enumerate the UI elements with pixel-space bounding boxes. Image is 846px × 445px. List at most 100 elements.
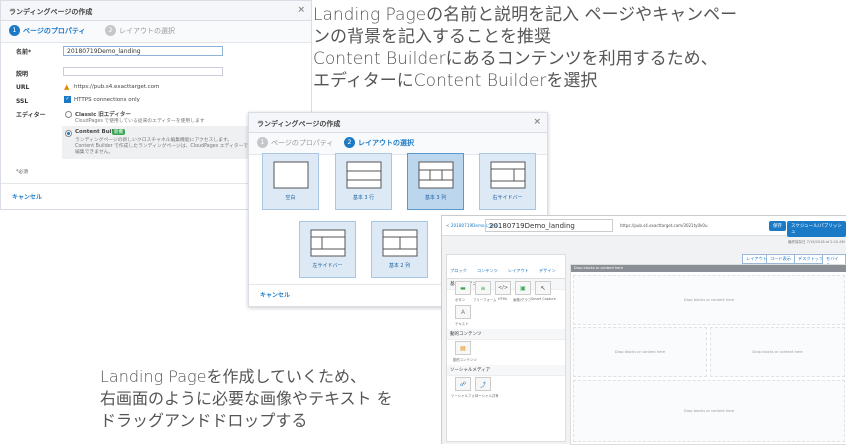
description-label: 説明 [16, 71, 29, 78]
caption-bottom: Landing Pageを作成していくため、 右画面のように必要な画像やテキスト… [100, 366, 393, 432]
dialog-header: ランディングページの作成 × [1, 1, 311, 21]
page-name-input[interactable]: 20180719Demo_landing [485, 219, 613, 232]
caption-line: 右画面のように必要な画像やテキスト を [100, 389, 393, 408]
blocks-panel: ブロック コンテンツ レイアウト デザイン 基本コンテンツ ▬ ボタン ≡ フリ… [446, 254, 566, 442]
html-block-icon[interactable]: </> [495, 281, 511, 295]
tab-layout[interactable]: レイアウト [508, 268, 529, 274]
caption-line: Landing Pageの名前と説明を記入 ページやキャンペー [313, 5, 738, 25]
layout-tile-3rows[interactable]: 基本 3 行 [335, 153, 392, 210]
description-input[interactable] [63, 67, 223, 76]
step-label: レイアウトの選択 [119, 26, 175, 35]
caption-line: Landing Pageを作成していくため、 [100, 367, 366, 386]
step-label: ページのプロパティ [271, 138, 334, 147]
tab-content[interactable]: コンテンツ [477, 268, 498, 274]
schedule-publish-button[interactable]: スケジュール/パブリッシュ [787, 221, 846, 237]
save-button[interactable]: 保存 [769, 221, 786, 231]
caption-line: ンの背景を記入することを推奨 [313, 27, 551, 47]
content-builder-radio[interactable] [65, 130, 72, 137]
step-label: レイアウトの選択 [358, 138, 414, 147]
drop-zone-right[interactable]: Drop blocks or content here [710, 327, 845, 377]
content-builder-editor: < 20180719Demo に戻る 20180719Demo_landing … [441, 215, 846, 445]
right-sidebar-layout-icon [490, 161, 525, 189]
dialog-title: ランディングページの作成 [9, 8, 93, 16]
block-label: Smart Capture [531, 297, 556, 301]
last-saved: 最終保存日 7/19/2018 at 2:10 AM [788, 240, 845, 244]
classic-desc: CloudPages で使用している従来のエディターを使用します [75, 119, 205, 124]
social-share-icon[interactable]: ⤴ [475, 377, 491, 391]
ssl-label: SSL [16, 98, 29, 105]
code-view-button[interactable]: コード表示 [766, 254, 795, 264]
drop-zone-top[interactable]: Drop blocks or content here [573, 275, 845, 325]
dynamic-content-icon[interactable]: ▤ [455, 341, 471, 355]
required-note: *必須 [16, 170, 28, 175]
step-number: 2 [344, 137, 355, 148]
ssl-checkbox[interactable]: ✓ [64, 96, 71, 103]
block-label: 動的コンテンツ [453, 358, 477, 362]
layout-tile-blank[interactable]: 空白 [262, 153, 319, 210]
step-label: ページのプロパティ [23, 26, 86, 35]
editor-header: < 20180719Demo に戻る 20180719Demo_landing … [442, 216, 846, 237]
step-properties[interactable]: 1 ページのプロパティ [257, 137, 333, 148]
two-cols-layout-icon [382, 229, 417, 257]
caption-line: ドラッグアンドドロップする [100, 411, 308, 430]
url-label: URL [16, 84, 30, 91]
section-social-media[interactable]: ソーシャルメディア [447, 365, 565, 376]
ssl-value: HTTPS connections only [74, 97, 140, 103]
tab-design[interactable]: デザイン [539, 268, 556, 274]
button-block-icon[interactable]: ▬ [455, 281, 471, 295]
smart-capture-block-icon[interactable]: ↖ [535, 281, 551, 295]
image-block-icon[interactable]: ▣ [515, 281, 531, 295]
layout-label: 空白 [285, 195, 296, 201]
layout-canvas: Drop blocks or content here Drop blocks … [570, 264, 846, 445]
layout-tile-3cols[interactable]: 基本 3 列 [407, 153, 464, 210]
section-dynamic-content[interactable]: 動的コンテンツ [447, 329, 565, 340]
layout-tile-left-sidebar[interactable]: 左サイドバー [299, 221, 356, 278]
layout-label: 基本 3 行 [352, 195, 375, 201]
left-sidebar-layout-icon [310, 229, 345, 257]
step-number: 2 [105, 25, 116, 36]
dialog-header: ランディングページの作成 × [249, 113, 547, 133]
layout-tile-right-sidebar[interactable]: 右サイドバー [479, 153, 536, 210]
step-layout[interactable]: 2 レイアウトの選択 [344, 137, 414, 148]
freeform-block-icon[interactable]: ≡ [475, 281, 491, 295]
block-label: 画像/グラフ [513, 298, 532, 302]
content-builder-desc: 編集できません。 [75, 150, 114, 155]
panel-tabs: ブロック コンテンツ レイアウト デザイン [447, 255, 565, 279]
text-block-icon[interactable]: A [455, 305, 471, 319]
three-rows-layout-icon [346, 161, 381, 189]
cancel-button[interactable]: キャンセル [260, 290, 290, 299]
caption-line: Content Builderにあるコンテンツを利用するため、 [313, 49, 718, 69]
classic-radio[interactable] [65, 111, 72, 118]
step-properties[interactable]: 1 ページのプロパティ [9, 25, 85, 36]
three-cols-layout-icon [418, 161, 453, 189]
close-icon[interactable]: × [297, 5, 305, 15]
new-badge: 新機 [112, 129, 125, 135]
close-icon[interactable]: × [533, 117, 541, 127]
step-number: 1 [257, 137, 268, 148]
wizard-steps: 1 ページのプロパティ 2 レイアウトの選択 [1, 21, 311, 43]
layout-label: 基本 3 列 [424, 195, 447, 201]
layout-label: 右サイドバー [492, 195, 523, 201]
wizard-steps: 1 ページのプロパティ 2 レイアウトの選択 [249, 133, 547, 155]
block-label: ソーシャル共有 [475, 394, 499, 398]
caption-line: エディターにContent Builderを選択 [313, 71, 598, 91]
dialog-title: ランディングページの作成 [257, 120, 341, 128]
block-label: HTML [498, 297, 508, 301]
page-url: https://pub.s4.exacttarget.com/3021ty0k0… [620, 223, 708, 228]
block-label: ボタン [455, 298, 466, 302]
step-layout[interactable]: 2 レイアウトの選択 [105, 25, 175, 36]
layout-label: 基本 2 列 [388, 263, 411, 269]
drop-zone-bottom[interactable]: Drop blocks or content here [573, 380, 845, 442]
layout-tile-2cols[interactable]: 基本 2 列 [371, 221, 428, 278]
tab-blocks[interactable]: ブロック [450, 268, 467, 274]
caption-top: Landing Pageの名前と説明を記入 ページやキャンペー ンの背景を記入す… [313, 4, 737, 92]
drop-zone-left[interactable]: Drop blocks or content here [573, 327, 707, 377]
layout-label: 左サイドバー [312, 263, 343, 269]
step-number: 1 [9, 25, 20, 36]
warning-icon: ▲ [64, 83, 70, 91]
url-value: https://pub.s4.exacttarget.com [74, 84, 160, 90]
social-follow-icon[interactable]: ☍ [455, 377, 471, 391]
cancel-button[interactable]: キャンセル [12, 192, 42, 201]
name-input[interactable]: 20180719Demo_landing [63, 46, 223, 56]
canvas-header: Drop blocks or content here [571, 265, 846, 272]
